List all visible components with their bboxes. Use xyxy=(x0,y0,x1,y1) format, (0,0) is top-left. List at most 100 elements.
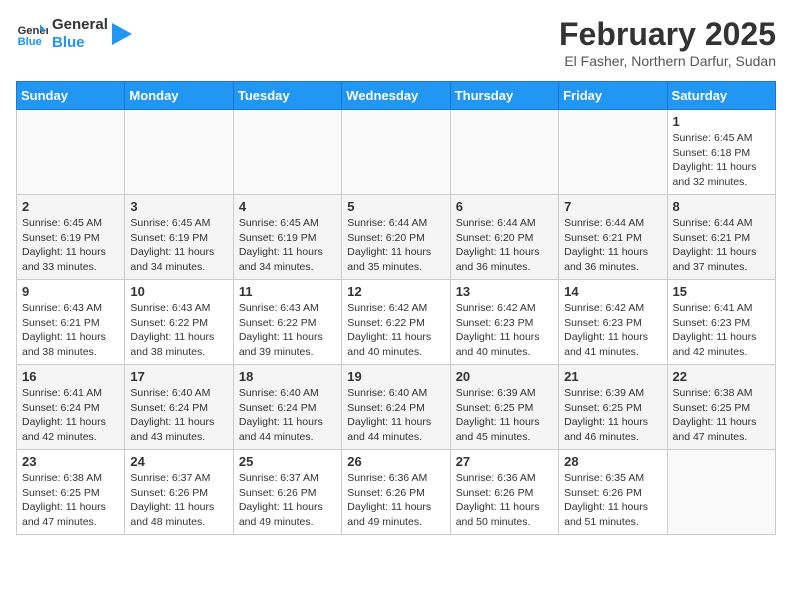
calendar-week-row: 9 Sunrise: 6:43 AMSunset: 6:21 PMDaylight… xyxy=(17,280,776,365)
day-info: Sunrise: 6:40 AMSunset: 6:24 PMDaylight:… xyxy=(130,386,227,445)
day-info: Sunrise: 6:45 AMSunset: 6:18 PMDaylight:… xyxy=(673,131,770,190)
calendar-cell: 9 Sunrise: 6:43 AMSunset: 6:21 PMDaylight… xyxy=(17,280,125,365)
day-info: Sunrise: 6:36 AMSunset: 6:26 PMDaylight:… xyxy=(347,471,444,530)
calendar-cell: 20Sunrise: 6:39 AMSunset: 6:25 PMDayligh… xyxy=(450,365,558,450)
day-number: 11 xyxy=(239,284,336,299)
calendar-cell: 24 Sunrise: 6:37 AMSunset: 6:26 PMDayligh… xyxy=(125,450,233,535)
weekday-header-thursday: Thursday xyxy=(450,82,558,110)
day-number: 17 xyxy=(130,369,227,384)
logo-general: General xyxy=(52,16,108,34)
calendar-cell: 23 Sunrise: 6:38 AMSunset: 6:25 PMDayligh… xyxy=(17,450,125,535)
calendar-cell: 6 Sunrise: 6:44 AMSunset: 6:20 PMDaylight… xyxy=(450,195,558,280)
day-number: 20 xyxy=(456,369,553,384)
calendar-week-row: 2 Sunrise: 6:45 AMSunset: 6:19 PMDaylight… xyxy=(17,195,776,280)
day-info: Sunrise: 6:44 AMSunset: 6:20 PMDaylight:… xyxy=(347,216,444,275)
calendar-cell xyxy=(17,110,125,195)
day-info: Sunrise: 6:45 AMSunset: 6:19 PMDaylight:… xyxy=(130,216,227,275)
calendar-cell xyxy=(233,110,341,195)
calendar-cell: 1 Sunrise: 6:45 AMSunset: 6:18 PMDaylight… xyxy=(667,110,775,195)
calendar-cell xyxy=(342,110,450,195)
day-info: Sunrise: 6:44 AMSunset: 6:21 PMDaylight:… xyxy=(673,216,770,275)
day-number: 4 xyxy=(239,199,336,214)
calendar-cell: 8 Sunrise: 6:44 AMSunset: 6:21 PMDaylight… xyxy=(667,195,775,280)
day-number: 23 xyxy=(22,454,119,469)
day-number: 13 xyxy=(456,284,553,299)
weekday-header-tuesday: Tuesday xyxy=(233,82,341,110)
day-info: Sunrise: 6:41 AMSunset: 6:23 PMDaylight:… xyxy=(673,301,770,360)
day-info: Sunrise: 6:39 AMSunset: 6:25 PMDaylight:… xyxy=(564,386,661,445)
day-info: Sunrise: 6:38 AMSunset: 6:25 PMDaylight:… xyxy=(22,471,119,530)
day-number: 6 xyxy=(456,199,553,214)
calendar-cell: 21 Sunrise: 6:39 AMSunset: 6:25 PMDayligh… xyxy=(559,365,667,450)
calendar-header-row: SundayMondayTuesdayWednesdayThursdayFrid… xyxy=(17,82,776,110)
calendar-cell: 2 Sunrise: 6:45 AMSunset: 6:19 PMDaylight… xyxy=(17,195,125,280)
calendar-cell: 4 Sunrise: 6:45 AMSunset: 6:19 PMDaylight… xyxy=(233,195,341,280)
day-info: Sunrise: 6:36 AMSunset: 6:26 PMDaylight:… xyxy=(456,471,553,530)
calendar-cell xyxy=(559,110,667,195)
calendar-cell xyxy=(667,450,775,535)
day-number: 3 xyxy=(130,199,227,214)
calendar-cell: 25Sunrise: 6:37 AMSunset: 6:26 PMDayligh… xyxy=(233,450,341,535)
day-number: 24 xyxy=(130,454,227,469)
day-number: 2 xyxy=(22,199,119,214)
calendar-cell: 7 Sunrise: 6:44 AMSunset: 6:21 PMDaylight… xyxy=(559,195,667,280)
calendar-cell: 26 Sunrise: 6:36 AMSunset: 6:26 PMDayligh… xyxy=(342,450,450,535)
calendar-cell: 15Sunrise: 6:41 AMSunset: 6:23 PMDayligh… xyxy=(667,280,775,365)
day-info: Sunrise: 6:41 AMSunset: 6:24 PMDaylight:… xyxy=(22,386,119,445)
page-header: General Blue General Blue February 2025 … xyxy=(16,16,776,69)
day-number: 5 xyxy=(347,199,444,214)
day-info: Sunrise: 6:43 AMSunset: 6:22 PMDaylight:… xyxy=(239,301,336,360)
day-info: Sunrise: 6:42 AMSunset: 6:23 PMDaylight:… xyxy=(564,301,661,360)
day-number: 14 xyxy=(564,284,661,299)
day-info: Sunrise: 6:44 AMSunset: 6:21 PMDaylight:… xyxy=(564,216,661,275)
calendar-cell: 11 Sunrise: 6:43 AMSunset: 6:22 PMDayligh… xyxy=(233,280,341,365)
day-info: Sunrise: 6:42 AMSunset: 6:22 PMDaylight:… xyxy=(347,301,444,360)
day-number: 1 xyxy=(673,114,770,129)
day-info: Sunrise: 6:44 AMSunset: 6:20 PMDaylight:… xyxy=(456,216,553,275)
calendar-cell: 5 Sunrise: 6:44 AMSunset: 6:20 PMDaylight… xyxy=(342,195,450,280)
day-number: 19 xyxy=(347,369,444,384)
calendar-table: SundayMondayTuesdayWednesdayThursdayFrid… xyxy=(16,81,776,535)
weekday-header-monday: Monday xyxy=(125,82,233,110)
logo-arrow-icon xyxy=(112,23,132,45)
day-number: 28 xyxy=(564,454,661,469)
calendar-cell: 22 Sunrise: 6:38 AMSunset: 6:25 PMDayligh… xyxy=(667,365,775,450)
weekday-header-sunday: Sunday xyxy=(17,82,125,110)
calendar-cell: 28 Sunrise: 6:35 AMSunset: 6:26 PMDayligh… xyxy=(559,450,667,535)
day-info: Sunrise: 6:42 AMSunset: 6:23 PMDaylight:… xyxy=(456,301,553,360)
calendar-cell: 16Sunrise: 6:41 AMSunset: 6:24 PMDayligh… xyxy=(17,365,125,450)
logo-icon: General Blue xyxy=(16,18,48,50)
day-info: Sunrise: 6:37 AMSunset: 6:26 PMDaylight:… xyxy=(130,471,227,530)
calendar-cell: 14 Sunrise: 6:42 AMSunset: 6:23 PMDayligh… xyxy=(559,280,667,365)
weekday-header-saturday: Saturday xyxy=(667,82,775,110)
calendar-week-row: 16Sunrise: 6:41 AMSunset: 6:24 PMDayligh… xyxy=(17,365,776,450)
calendar-cell: 27 Sunrise: 6:36 AMSunset: 6:26 PMDayligh… xyxy=(450,450,558,535)
calendar-cell: 18Sunrise: 6:40 AMSunset: 6:24 PMDayligh… xyxy=(233,365,341,450)
day-info: Sunrise: 6:35 AMSunset: 6:26 PMDaylight:… xyxy=(564,471,661,530)
day-number: 27 xyxy=(456,454,553,469)
weekday-header-friday: Friday xyxy=(559,82,667,110)
title-block: February 2025 El Fasher, Northern Darfur… xyxy=(559,16,776,69)
day-info: Sunrise: 6:40 AMSunset: 6:24 PMDaylight:… xyxy=(347,386,444,445)
calendar-cell xyxy=(450,110,558,195)
day-info: Sunrise: 6:43 AMSunset: 6:21 PMDaylight:… xyxy=(22,301,119,360)
day-number: 9 xyxy=(22,284,119,299)
calendar-cell: 12Sunrise: 6:42 AMSunset: 6:22 PMDayligh… xyxy=(342,280,450,365)
day-info: Sunrise: 6:45 AMSunset: 6:19 PMDaylight:… xyxy=(22,216,119,275)
svg-text:General: General xyxy=(18,25,48,37)
day-number: 26 xyxy=(347,454,444,469)
day-info: Sunrise: 6:45 AMSunset: 6:19 PMDaylight:… xyxy=(239,216,336,275)
svg-text:Blue: Blue xyxy=(18,36,42,48)
calendar-cell: 19 Sunrise: 6:40 AMSunset: 6:24 PMDayligh… xyxy=(342,365,450,450)
day-info: Sunrise: 6:38 AMSunset: 6:25 PMDaylight:… xyxy=(673,386,770,445)
calendar-week-row: 1 Sunrise: 6:45 AMSunset: 6:18 PMDaylight… xyxy=(17,110,776,195)
day-number: 10 xyxy=(130,284,227,299)
month-year-title: February 2025 xyxy=(559,16,776,53)
day-number: 8 xyxy=(673,199,770,214)
logo-blue: Blue xyxy=(52,34,108,52)
day-number: 21 xyxy=(564,369,661,384)
day-number: 7 xyxy=(564,199,661,214)
day-info: Sunrise: 6:40 AMSunset: 6:24 PMDaylight:… xyxy=(239,386,336,445)
calendar-cell: 10Sunrise: 6:43 AMSunset: 6:22 PMDayligh… xyxy=(125,280,233,365)
day-number: 22 xyxy=(673,369,770,384)
